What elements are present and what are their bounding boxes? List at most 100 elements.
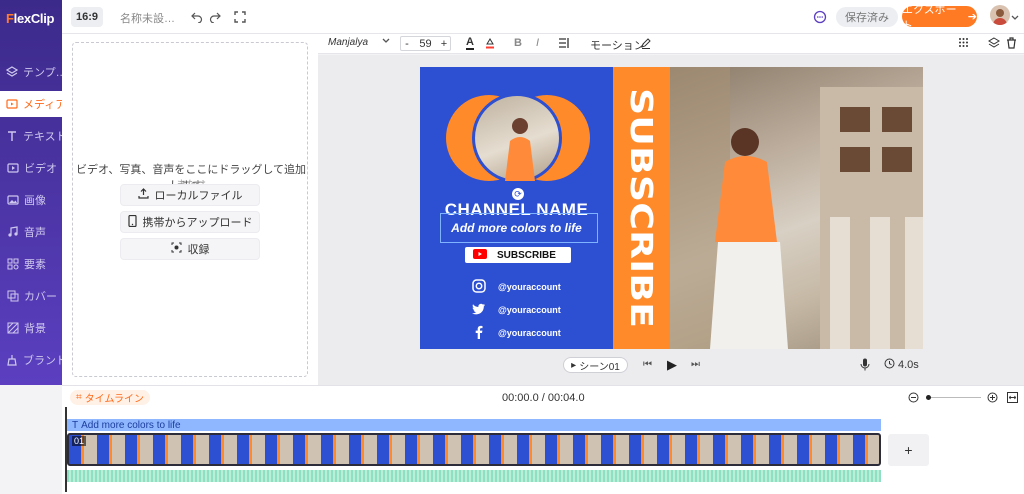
playhead[interactable]: [65, 407, 67, 492]
sidebar: FlexClip テンプ… メディア テキスト ビデオ 画像 音声 要素 カバー…: [0, 0, 62, 385]
vertical-subscribe-svg: SUBSCRIBE: [623, 88, 658, 328]
youtube-icon: [473, 248, 487, 262]
microphone-icon[interactable]: [860, 358, 870, 374]
zoom-out-icon[interactable]: [908, 392, 919, 406]
cover-icon: [6, 290, 19, 303]
sidebar-item-label: 音声: [24, 227, 46, 239]
grid-icon[interactable]: [958, 37, 969, 48]
social-row-twitter[interactable]: @youraccount: [472, 302, 561, 318]
profile-photo[interactable]: [472, 93, 562, 183]
layers-icon[interactable]: [988, 37, 1000, 49]
upload-icon: [137, 188, 149, 202]
social-row-instagram[interactable]: @youraccount: [472, 279, 561, 295]
record-icon: [171, 242, 182, 256]
audio-waveform[interactable]: [67, 470, 881, 482]
media-panel: ビデオ、写真、音声をここにドラッグして追加します。 または ローカルファイル 携…: [62, 34, 318, 385]
motion-button[interactable]: モーション: [590, 37, 645, 53]
tagline-text[interactable]: Add more colors to life: [420, 221, 613, 235]
italic-button[interactable]: I: [536, 37, 539, 49]
flexclip-logo[interactable]: FlexClip: [6, 11, 54, 26]
record-button[interactable]: 収録: [120, 238, 260, 260]
previous-icon[interactable]: ⏮: [643, 359, 652, 370]
chat-icon[interactable]: [812, 9, 828, 25]
sidebar-item-audio[interactable]: 音声: [0, 219, 62, 245]
aspect-ratio-button[interactable]: 16:9: [71, 7, 103, 27]
record-label: 収録: [187, 244, 210, 256]
sidebar-item-label: テキスト: [23, 131, 62, 143]
play-icon[interactable]: ▶: [667, 357, 677, 373]
timeline-icon: ⌗: [76, 392, 82, 403]
sidebar-item-brand[interactable]: ブランド: [0, 347, 62, 373]
mobile-upload-button[interactable]: 携帯からアップロード: [120, 211, 260, 233]
sidebar-item-text[interactable]: テキスト: [0, 123, 62, 149]
duration-value: 4.0s: [898, 359, 919, 371]
highlight-icon[interactable]: [484, 37, 496, 49]
template-icon: [6, 66, 18, 79]
text-color-button[interactable]: A: [466, 37, 474, 50]
sidebar-item-cover[interactable]: カバー: [0, 283, 62, 309]
scene-selector[interactable]: ▸ シーン01: [563, 357, 628, 373]
upload-dropzone[interactable]: ビデオ、写真、音声をここにドラッグして追加します。 または ローカルファイル 携…: [72, 42, 308, 377]
top-bar: 16:9 名称未設… 保存済み エクスポート ➔: [62, 0, 1024, 34]
timeline-label: タイムライン: [84, 394, 144, 405]
rotate-handle-icon[interactable]: ⟳: [512, 188, 524, 200]
media-icon: [6, 98, 18, 111]
sidebar-item-label: 要素: [24, 259, 46, 271]
video-canvas[interactable]: ⟳ CHANNEL NAME Add more colors to life S…: [420, 67, 923, 349]
zoom-in-icon[interactable]: [987, 392, 998, 406]
zoom-slider[interactable]: [926, 397, 981, 398]
timeline: ⌗ タイムライン 00:00.0 / 00:04.0 T Add more colo…: [62, 385, 1024, 494]
canvas-area: ⟳ CHANNEL NAME Add more colors to life S…: [318, 55, 1024, 385]
timeline-toggle[interactable]: ⌗ タイムライン: [70, 390, 150, 405]
export-button[interactable]: エクスポート ➔: [902, 4, 977, 32]
align-icon[interactable]: [558, 37, 570, 49]
project-name[interactable]: 名称未設…: [120, 10, 175, 26]
font-size-value[interactable]: 59: [413, 38, 438, 50]
sidebar-item-label: メディア: [23, 99, 62, 111]
instagram-icon: [472, 279, 486, 295]
local-file-label: ローカルファイル: [154, 190, 243, 202]
sidebar-item-templates[interactable]: テンプ…: [0, 59, 62, 85]
sidebar-item-video[interactable]: ビデオ: [0, 155, 62, 181]
add-scene-button[interactable]: +: [888, 434, 929, 466]
trash-icon[interactable]: [1006, 37, 1017, 49]
sidebar-item-media[interactable]: メディア: [0, 91, 62, 117]
font-size-stepper[interactable]: - 59 +: [400, 36, 451, 51]
background-photo[interactable]: [670, 67, 923, 349]
sidebar-item-elements[interactable]: 要素: [0, 251, 62, 277]
video-clip[interactable]: 01: [67, 433, 881, 466]
vertical-subscribe-text: SUBSCRIBE: [623, 88, 658, 328]
undo-icon[interactable]: [189, 9, 205, 25]
sidebar-item-label: ビデオ: [24, 163, 57, 175]
increase-size-button[interactable]: +: [438, 38, 450, 50]
sidebar-item-background[interactable]: 背景: [0, 315, 62, 341]
video-icon: [6, 162, 19, 175]
image-icon: [6, 194, 19, 207]
zoom-slider-thumb[interactable]: [926, 395, 931, 400]
brand-icon: [6, 354, 18, 367]
sidebar-item-label: テンプ…: [23, 67, 62, 79]
music-icon: [6, 226, 19, 239]
font-family-select[interactable]: Manjalya: [328, 37, 368, 48]
text-clip[interactable]: T Add more colors to life: [67, 419, 881, 431]
fullscreen-icon[interactable]: [232, 9, 248, 25]
next-icon[interactable]: ⏭: [691, 359, 700, 370]
sidebar-item-label: ブランド: [23, 355, 62, 367]
social-row-facebook[interactable]: @youraccount: [472, 325, 561, 341]
chevron-down-icon[interactable]: [382, 37, 390, 45]
fit-icon[interactable]: [1007, 392, 1018, 406]
sidebar-item-label: 背景: [24, 323, 46, 335]
local-file-button[interactable]: ローカルファイル: [120, 184, 260, 206]
sidebar-item-image[interactable]: 画像: [0, 187, 62, 213]
duration-display[interactable]: 4.0s: [884, 358, 919, 372]
avatar[interactable]: [990, 5, 1010, 25]
decrease-size-button[interactable]: -: [401, 38, 413, 50]
clip-number: 01: [72, 436, 87, 446]
redo-icon[interactable]: [207, 9, 223, 25]
text-clip-label: Add more colors to life: [81, 419, 181, 431]
bold-button[interactable]: B: [514, 37, 522, 49]
edit-pen-icon[interactable]: [640, 37, 652, 49]
subscribe-graphic[interactable]: SUBSCRIBE: [465, 247, 571, 263]
chevron-down-icon[interactable]: [1010, 10, 1020, 26]
social-handle: @youraccount: [498, 282, 561, 292]
